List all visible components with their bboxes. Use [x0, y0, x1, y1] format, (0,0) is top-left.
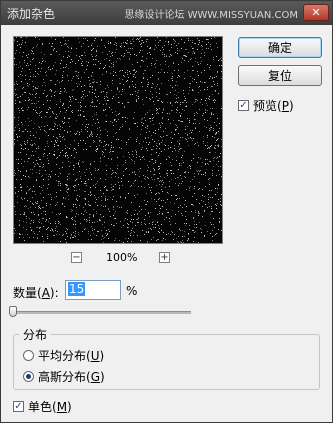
- monochrome-checkbox-row[interactable]: ✓ 单色(M): [13, 398, 72, 415]
- amount-unit: %: [126, 284, 138, 298]
- zoom-in-button[interactable]: +: [159, 252, 170, 263]
- close-icon: ✕: [311, 6, 321, 19]
- gaussian-radio-row[interactable]: 高斯分布(G): [23, 368, 105, 385]
- preview-checkbox-row[interactable]: ✓ 预览(P): [238, 97, 294, 114]
- zoom-level: 100%: [106, 251, 138, 264]
- distribution-title: 分布: [19, 326, 52, 343]
- amount-input[interactable]: 15: [65, 280, 121, 300]
- gaussian-radio[interactable]: [23, 371, 34, 382]
- amount-slider-track[interactable]: [13, 311, 191, 314]
- title-bar[interactable]: 添加杂色 思缘设计论坛 WWW.MISSYUAN.COM ✕: [1, 1, 332, 25]
- watermark-text: 思缘设计论坛 WWW.MISSYUAN.COM: [124, 10, 298, 21]
- ok-button[interactable]: 确定: [238, 37, 322, 58]
- dialog-title: 添加杂色: [7, 7, 56, 21]
- noise-preview-canvas: [14, 37, 222, 243]
- amount-label: 数量(A):: [13, 286, 59, 300]
- preview-image[interactable]: [13, 36, 223, 244]
- monochrome-checkbox[interactable]: ✓: [13, 401, 24, 412]
- add-noise-dialog: 添加杂色 思缘设计论坛 WWW.MISSYUAN.COM ✕ − 100% + …: [0, 0, 333, 423]
- preview-checkbox-label: 预览(P): [253, 99, 294, 113]
- amount-value: 15: [68, 282, 86, 296]
- uniform-radio-label: 平均分布(U): [38, 349, 105, 363]
- monochrome-checkbox-label: 单色(M): [28, 400, 72, 414]
- minus-icon: −: [72, 251, 81, 263]
- gaussian-radio-label: 高斯分布(G): [38, 370, 105, 384]
- uniform-radio-row[interactable]: 平均分布(U): [23, 347, 104, 364]
- close-button[interactable]: ✕: [303, 4, 329, 21]
- preview-checkbox[interactable]: ✓: [238, 100, 249, 111]
- plus-icon: +: [160, 251, 169, 263]
- amount-slider-thumb[interactable]: [9, 306, 17, 317]
- reset-button[interactable]: 复位: [238, 65, 322, 86]
- zoom-out-button[interactable]: −: [71, 252, 82, 263]
- uniform-radio[interactable]: [23, 350, 34, 361]
